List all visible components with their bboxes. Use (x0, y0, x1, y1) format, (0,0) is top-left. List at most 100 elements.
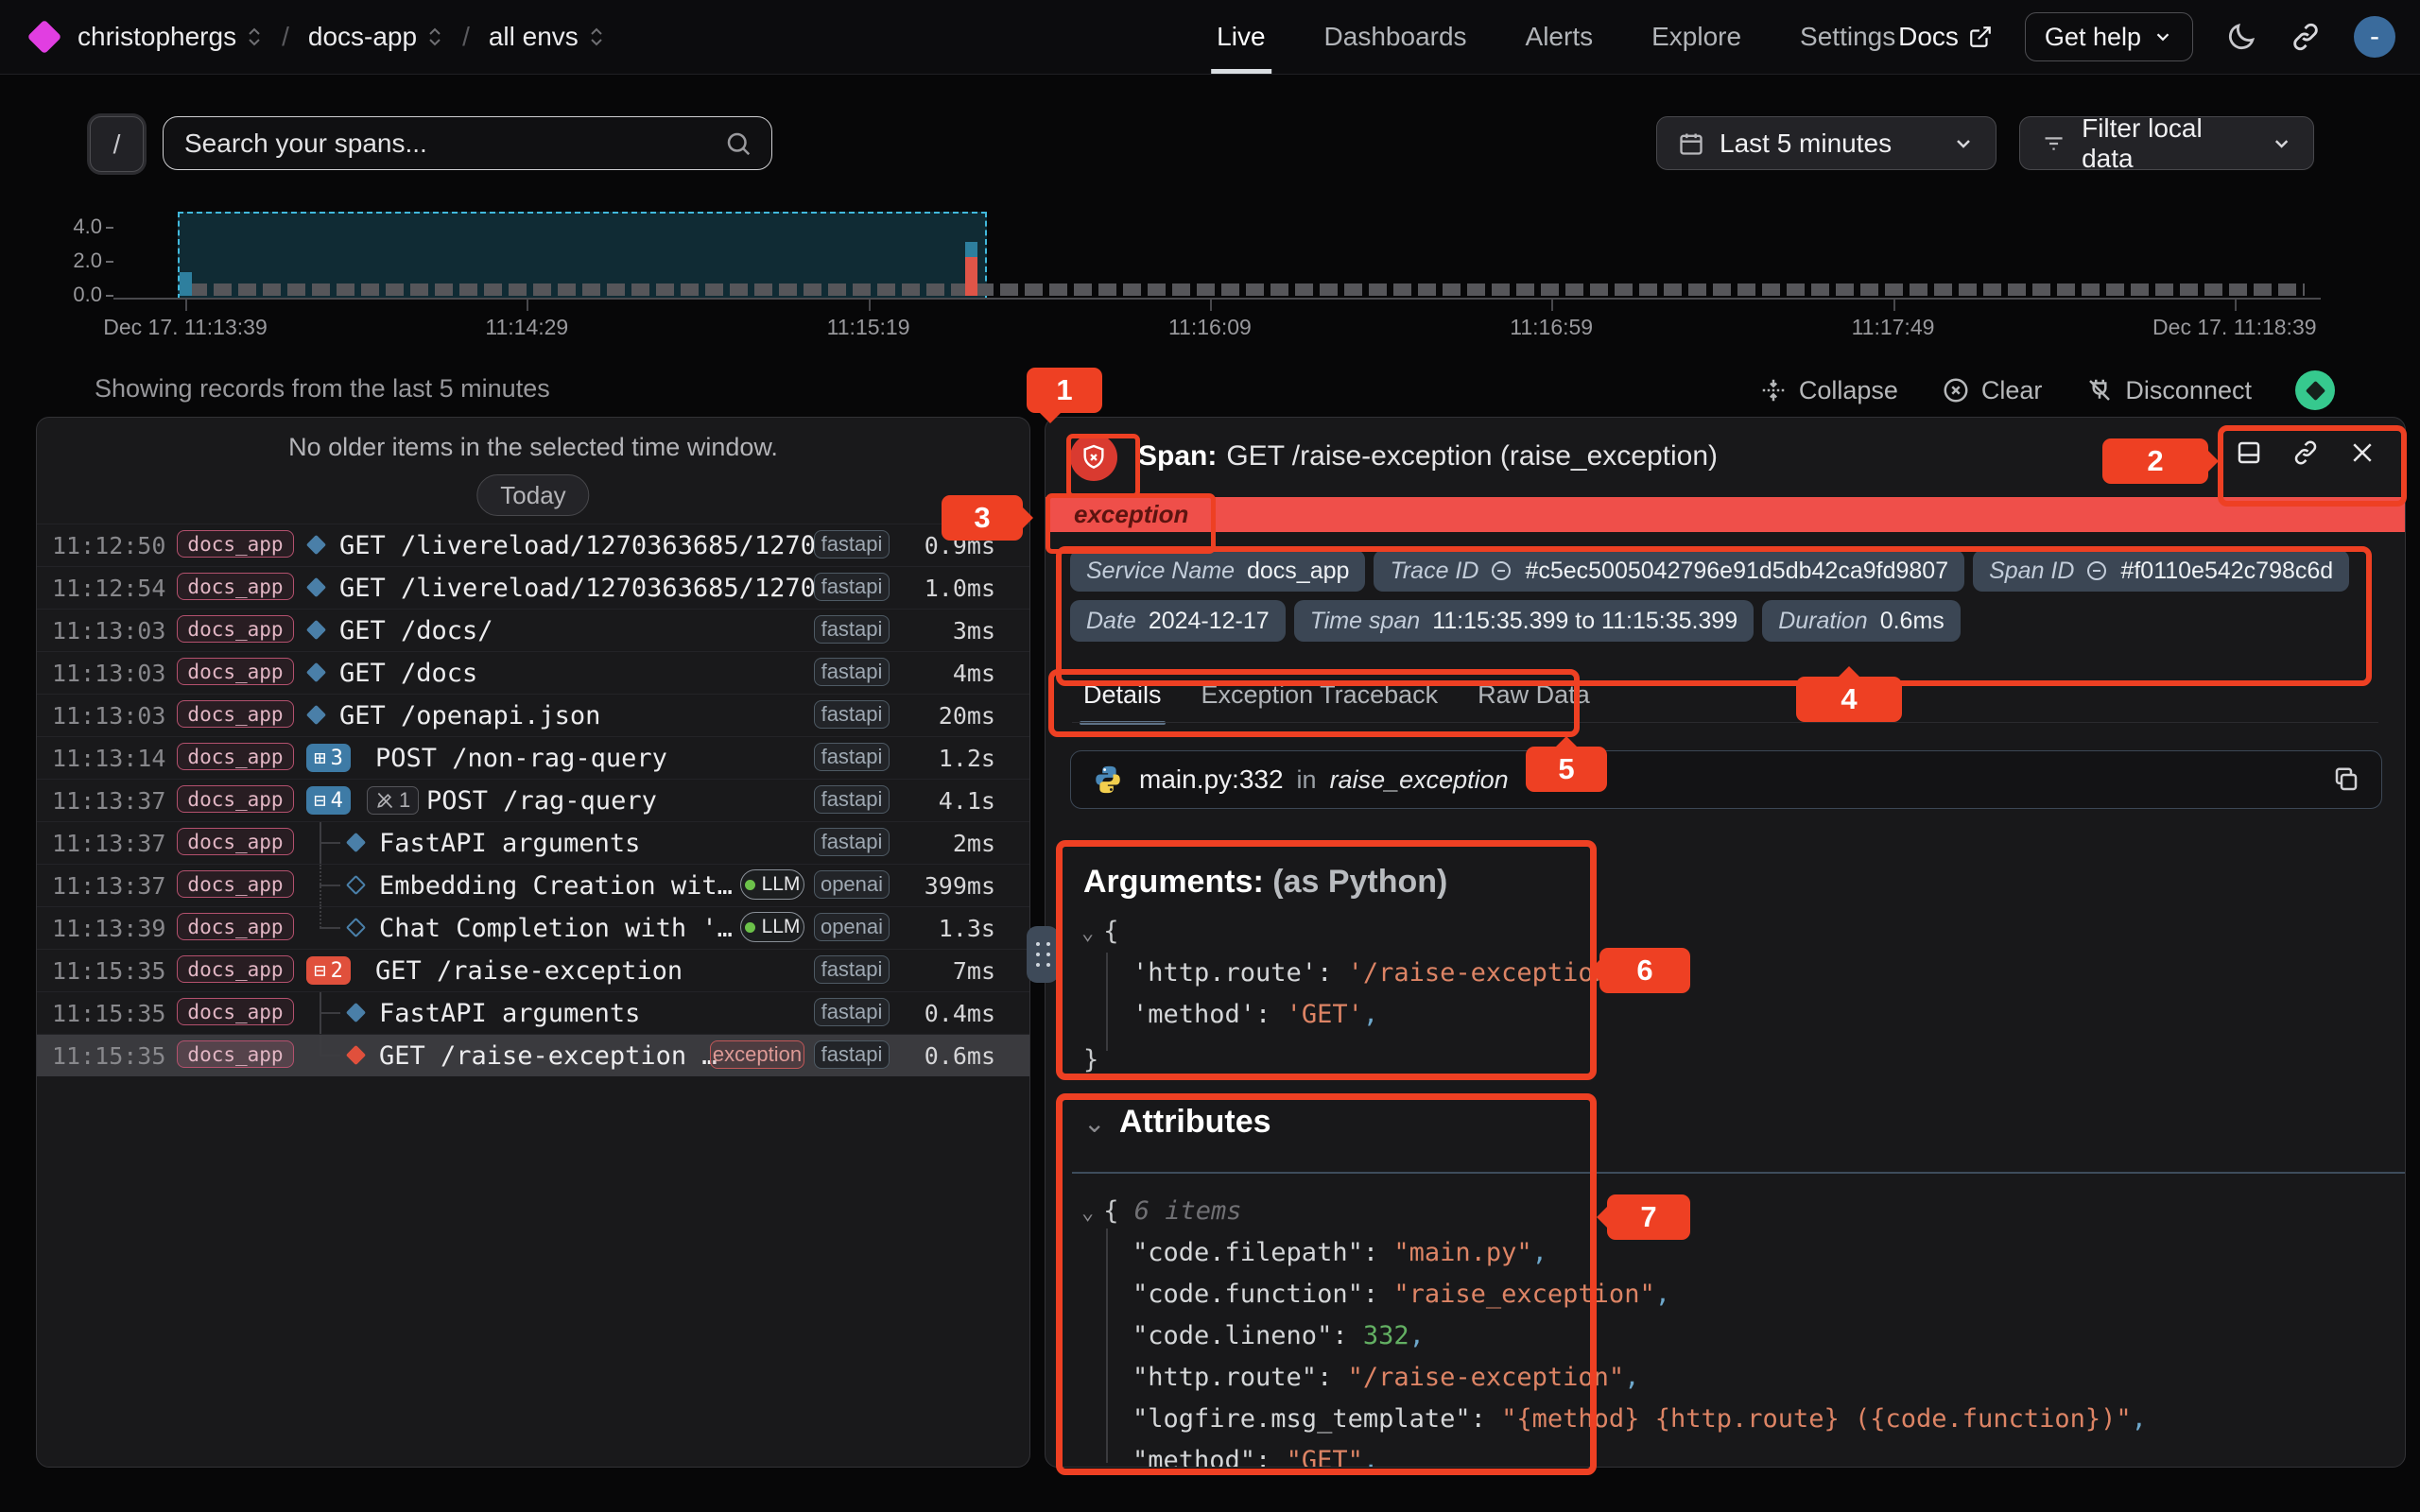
share-link-icon[interactable] (2290, 21, 2322, 53)
trace-row[interactable]: 11:13:37docs_app⊟41POST /rag-queryfastap… (37, 779, 1029, 821)
y-axis-label: 4.0 (36, 215, 102, 239)
copy-icon[interactable] (2332, 765, 2360, 794)
empty-window-message: No older items in the selected time wind… (37, 433, 1029, 462)
span-duration: 3ms (888, 617, 995, 644)
code-token: : (1255, 1000, 1287, 1029)
tree-connector (320, 1055, 340, 1057)
trace-row[interactable]: 11:13:03docs_appGET /openapi.jsonfastapi… (37, 694, 1029, 736)
expand-count-badge[interactable]: ⊞3 (306, 744, 351, 772)
logfire-logo-icon[interactable] (27, 20, 62, 55)
annotation-label-1: 1 (1027, 368, 1102, 413)
link-icon[interactable] (1490, 559, 1512, 582)
span-duration: 2ms (888, 830, 995, 857)
collapse-count-badge[interactable]: ⊟4 (306, 786, 351, 815)
trace-row[interactable]: 11:13:03docs_appGET /docsfastapi4ms (37, 651, 1029, 694)
time-range-dropdown[interactable]: Last 5 minutes (1656, 116, 1996, 170)
trace-row[interactable]: 11:13:14docs_app⊞3POST /non-rag-queryfas… (37, 736, 1029, 779)
nav-tab-explore[interactable]: Explore (1651, 0, 1741, 74)
llm-status-dot (745, 880, 755, 890)
clear-button[interactable]: Clear (1942, 376, 2043, 405)
code-line: "method": "GET", (1132, 1446, 1378, 1468)
span-name: FastAPI arguments (379, 999, 640, 1028)
trace-row[interactable]: 11:13:37docs_appEmbedding Creation wit…L… (37, 864, 1029, 906)
span-title: Span:GET /raise-exception (raise_excepti… (1138, 440, 1718, 472)
link-icon[interactable] (2085, 559, 2108, 582)
meta-chip-span-id: Span ID#f0110e542c798c6d (1973, 550, 2349, 592)
trace-row[interactable]: 11:15:35docs_appFastAPI argumentsfastapi… (37, 991, 1029, 1034)
x-axis-label: 11:17:49 (1852, 315, 1935, 340)
trace-row[interactable]: 11:15:35docs_app⊟2GET /raise-exceptionfa… (37, 949, 1029, 991)
docs-link[interactable]: Docs (1898, 22, 1993, 52)
org-selector[interactable]: christophergs (78, 22, 263, 52)
trace-rows: 11:12:50docs_appGET /livereload/12703636… (37, 524, 1029, 1076)
llm-pill: LLM (740, 869, 804, 900)
collapse-count-badge[interactable]: ⊟2 (306, 956, 351, 985)
tree-connector (320, 927, 340, 929)
filter-dropdown[interactable]: Filter local data (2019, 116, 2314, 170)
live-actions: Collapse Clear Disconnect (1759, 367, 2335, 414)
span-duration: 4ms (888, 660, 995, 687)
span-name: POST /rag-query (426, 786, 657, 816)
project-selector[interactable]: docs-app (308, 22, 443, 52)
avatar[interactable]: - (2354, 16, 2395, 58)
framework-badge: fastapi (814, 615, 890, 644)
framework-badge: fastapi (814, 828, 890, 856)
pending-count: 1 (399, 788, 410, 813)
row-timestamp: 11:13:37 (52, 787, 165, 815)
trace-row[interactable]: 11:13:37docs_appFastAPI argumentsfastapi… (37, 821, 1029, 864)
time-range-label: Last 5 minutes (1720, 129, 1892, 159)
chevrons-up-down-icon (426, 26, 443, 48)
trace-row[interactable]: 11:13:03docs_appGET /docs/fastapi3ms (37, 609, 1029, 651)
nav-tab-settings[interactable]: Settings (1800, 0, 1895, 74)
trace-row[interactable]: 11:15:35docs_appGET /raise-exception …ex… (37, 1034, 1029, 1076)
chevron-down-icon (2271, 132, 2292, 155)
x-axis-tick (1210, 300, 1212, 311)
copy-link-icon[interactable] (2291, 438, 2320, 467)
tree-connector (320, 907, 321, 928)
span-diamond-icon (306, 620, 326, 640)
trace-row[interactable]: 11:13:39docs_appChat Completion with '…L… (37, 906, 1029, 949)
disconnect-button[interactable]: Disconnect (2085, 376, 2252, 405)
search-input[interactable] (182, 128, 724, 160)
collapse-button[interactable]: Collapse (1759, 376, 1898, 405)
dark-mode-moon-icon[interactable] (2225, 21, 2257, 53)
panel-resize-handle[interactable] (1027, 926, 1059, 983)
panel-layout-icon[interactable] (2235, 438, 2263, 467)
close-icon[interactable] (2348, 438, 2377, 467)
breadcrumb-separator: / (282, 22, 289, 52)
nav-tab-live[interactable]: Live (1217, 0, 1265, 74)
trace-row[interactable]: 11:12:54docs_appGET /livereload/12703636… (37, 566, 1029, 609)
llm-status-dot (745, 922, 755, 933)
code-token: "code.filepath" (1132, 1238, 1363, 1267)
get-help-button[interactable]: Get help (2025, 12, 2193, 61)
span-duration: 0.4ms (888, 1000, 995, 1027)
x-axis-tick (2235, 300, 2237, 311)
x-axis-label: 11:16:59 (1510, 315, 1593, 340)
code-token: ⌄ (1081, 921, 1094, 945)
span-name: GET /livereload/1270363685/1270… (339, 574, 831, 603)
tab-details[interactable]: Details (1083, 680, 1162, 725)
span-diamond-icon (306, 535, 326, 555)
nav-tab-dashboards[interactable]: Dashboards (1324, 0, 1467, 74)
nav-tab-alerts[interactable]: Alerts (1526, 0, 1594, 74)
meta-chip-time-span: Time span11:15:35.399 to 11:15:35.399 (1294, 600, 1754, 642)
span-label: Span: (1138, 440, 1217, 472)
llm-pill: LLM (740, 912, 804, 942)
pen-slash-icon (375, 791, 394, 810)
framework-badge: fastapi (814, 700, 890, 729)
tab-raw-data[interactable]: Raw Data (1478, 680, 1590, 725)
tab-exception-traceback[interactable]: Exception Traceback (1201, 680, 1439, 725)
env-selector[interactable]: all envs (489, 22, 605, 52)
spans-histogram[interactable]: 4.02.00.0Dec 17. 11:13:3911:14:2911:15:1… (0, 189, 2420, 345)
today-pill[interactable]: Today (476, 474, 589, 516)
code-token: ⌄ (1081, 1201, 1094, 1225)
trace-row[interactable]: 11:12:50docs_appGET /livereload/12703636… (37, 524, 1029, 566)
attributes-title: Attributes (1119, 1104, 1271, 1141)
connection-status-indicator (2295, 370, 2335, 410)
code-token: "GET" (1287, 1446, 1363, 1468)
search-icon (724, 129, 752, 158)
attributes-collapse-chevron[interactable]: ⌄ (1083, 1108, 1105, 1139)
y-axis-label: 0.0 (36, 283, 102, 307)
span-name: GET /docs (339, 659, 477, 688)
framework-badge: fastapi (814, 573, 890, 601)
